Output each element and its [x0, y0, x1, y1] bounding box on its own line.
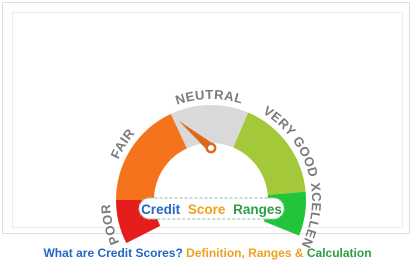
caption-part-ampersand: & — [294, 246, 304, 260]
svg-text:Credit Score Range: Credit Score Ranges — [141, 202, 282, 217]
badge-word-credit: Credit — [141, 202, 181, 217]
badge-word-ranges: Ranges — [233, 202, 282, 217]
badge-word-score: Score — [188, 202, 226, 217]
article-title-link[interactable]: What are Credit Scores? Definition, Rang… — [0, 241, 415, 265]
caption-part-question: What are Credit Scores? — [43, 246, 183, 260]
caption-part-definition: Definition, Ranges — [186, 246, 292, 260]
gauge-label-neutral: NEUTRAL — [174, 87, 245, 108]
credit-score-ranges-badge: Credit Score Ranges — [138, 197, 285, 220]
caption-part-calculation: Calculation — [306, 246, 372, 260]
credit-gauge: POOR FAIR NEUTRAL VERY GOOD EXCELLENT Cr… — [0, 0, 324, 251]
